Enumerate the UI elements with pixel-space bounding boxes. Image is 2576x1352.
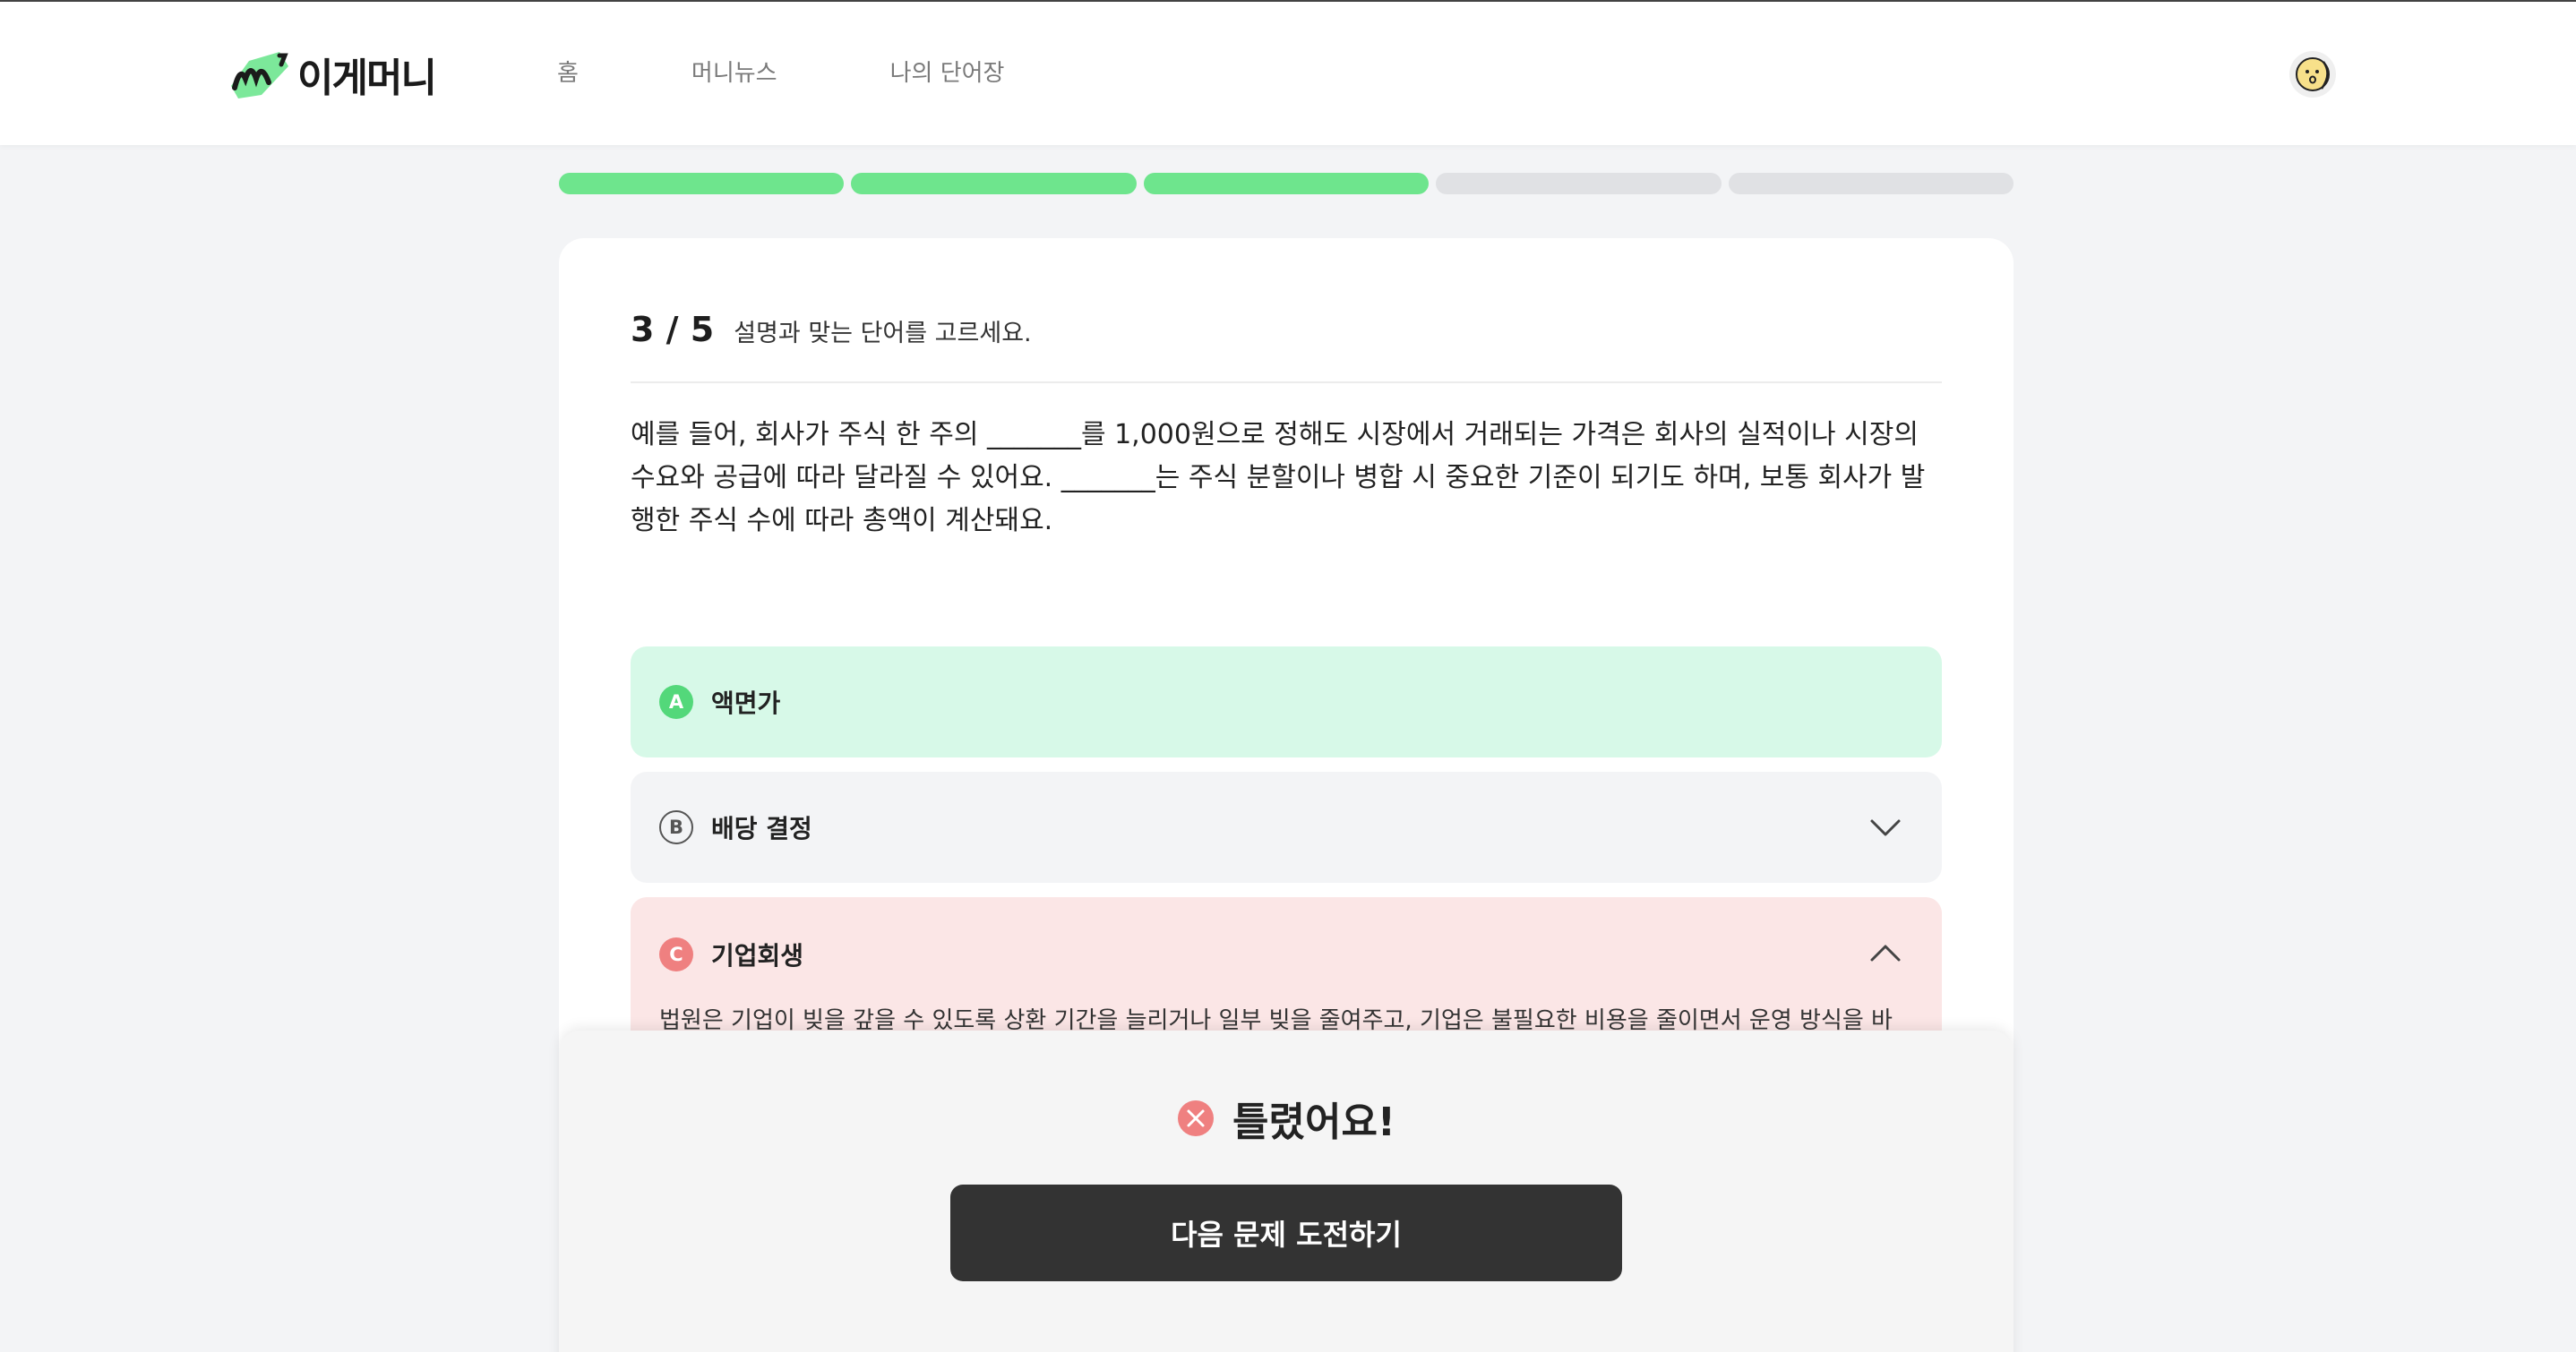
question-instruction: 설명과 맞는 단어를 고르세요. <box>734 320 1032 347</box>
question-header: 3 / 5 설명과 맞는 단어를 고르세요. <box>631 310 1942 383</box>
nav-home[interactable]: 홈 <box>557 56 579 91</box>
result-message: 틀렸어요! <box>559 1090 2014 1147</box>
question-number: 3 / 5 <box>631 310 715 349</box>
wrong-x-icon <box>1178 1100 1214 1136</box>
progress-segment-1 <box>559 173 845 194</box>
nav-money-news[interactable]: 머니뉴스 <box>691 56 777 91</box>
option-letter-b: B <box>659 810 693 844</box>
logo-mark-icon <box>231 52 288 98</box>
option-b[interactable]: B 배당 결정 <box>631 772 1942 883</box>
avatar[interactable] <box>2289 51 2336 98</box>
progress-segment-5 <box>1728 173 2014 194</box>
option-label-b: 배당 결정 <box>711 814 812 843</box>
option-letter-a: A <box>659 685 693 719</box>
option-label-a: 액면가 <box>711 689 781 718</box>
option-letter-c: C <box>659 937 693 971</box>
progress-segment-3 <box>1143 173 1430 194</box>
chevron-up-icon[interactable] <box>1868 937 1902 971</box>
smiley-avatar-icon <box>2296 57 2330 91</box>
next-question-button[interactable]: 다음 문제 도전하기 <box>950 1185 1622 1281</box>
option-c-row: C 기업회생 <box>659 937 1942 972</box>
logo[interactable]: 이게머니 <box>226 43 437 106</box>
chevron-down-icon[interactable] <box>1868 810 1902 844</box>
logo-text: 이게머니 <box>297 56 437 101</box>
option-a[interactable]: A 액면가 <box>631 646 1942 757</box>
nav-my-vocabulary[interactable]: 나의 단어장 <box>890 56 1005 91</box>
result-sheet: 틀렸어요! 다음 문제 도전하기 <box>559 1031 2014 1352</box>
result-text: 틀렸어요! <box>1232 1100 1395 1145</box>
progress-segment-4 <box>1436 173 1722 194</box>
quiz-progress-bar <box>559 173 2014 194</box>
main-nav: 홈 머니뉴스 나의 단어장 <box>557 56 1117 91</box>
top-header: 이게머니 홈 머니뉴스 나의 단어장 <box>0 2 2576 145</box>
question-text: 예를 들어, 회사가 주식 한 주의 _______를 1,000원으로 정해도… <box>631 419 1926 536</box>
progress-segment-2 <box>851 173 1137 194</box>
option-label-c: 기업회생 <box>711 941 804 971</box>
